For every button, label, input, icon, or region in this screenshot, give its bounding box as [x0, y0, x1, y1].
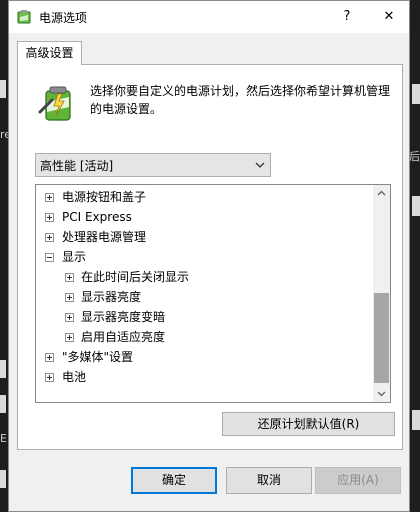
tree-item-label: 启用自适应亮度 [81, 330, 166, 344]
tree-item-label: 显示器亮度 [81, 290, 142, 304]
power-options-dialog: 电源选项 ? ✕ 高级设置 选择你要自定义的电源计划，然后选择你希望计算机管理 … [8, 0, 410, 512]
scroll-up-icon[interactable] [373, 185, 390, 202]
tree-item-label: 电源按钮和盖子 [62, 190, 147, 204]
tree-item-dimmed-brightness[interactable]: 显示器亮度变暗 [36, 307, 366, 327]
expand-icon[interactable] [65, 333, 74, 342]
description-line: 的电源设置。 [90, 102, 163, 116]
tree-item-processor-power[interactable]: 处理器电源管理 [36, 227, 366, 247]
expand-icon[interactable] [45, 213, 54, 222]
tree-item-display[interactable]: 显示 [36, 247, 366, 267]
scrollbar-thumb[interactable] [374, 293, 389, 383]
background-mark [0, 360, 6, 378]
chevron-down-icon [255, 162, 265, 168]
tree-item-adaptive-brightness[interactable]: 启用自适应亮度 [36, 327, 366, 347]
close-button[interactable]: ✕ [379, 7, 399, 27]
tree-item-battery[interactable]: 电池 [36, 367, 366, 387]
settings-tree[interactable]: 电源按钮和盖子 PCI Express 处理器电源管理 显示 在此时间后关闭显示… [35, 184, 391, 403]
expand-icon[interactable] [45, 233, 54, 242]
battery-icon [38, 86, 71, 121]
tree-item-power-buttons[interactable]: 电源按钮和盖子 [36, 187, 366, 207]
background-mark [412, 410, 420, 430]
power-options-icon [17, 10, 31, 24]
tree-scrollbar[interactable] [373, 185, 390, 402]
tree-item-turn-off-display[interactable]: 在此时间后关闭显示 [36, 267, 366, 287]
power-plan-value: 高性能 [活动] [40, 159, 114, 173]
background-text: 后 [409, 150, 420, 163]
background-mark [0, 395, 6, 413]
description-line: 选择你要自定义的电源计划，然后选择你希望计算机管理 [90, 84, 391, 98]
title-bar[interactable]: 电源选项 ? ✕ [9, 1, 409, 33]
window-title: 电源选项 [39, 11, 88, 25]
background-mark [412, 196, 420, 216]
background-mark [412, 84, 420, 104]
help-button[interactable]: ? [337, 7, 357, 27]
expand-icon[interactable] [65, 273, 74, 282]
expand-icon[interactable] [65, 293, 74, 302]
collapse-icon[interactable] [45, 253, 54, 262]
tree-item-label: 显示器亮度变暗 [81, 310, 166, 324]
tree-item-label: 电池 [62, 370, 87, 384]
tree-item-label: "多媒体"设置 [62, 350, 134, 364]
tree-item-pci-express[interactable]: PCI Express [36, 207, 366, 227]
power-plan-dropdown[interactable]: 高性能 [活动] [35, 153, 271, 177]
cancel-button[interactable]: 取消 [226, 467, 312, 494]
tree-item-multimedia[interactable]: "多媒体"设置 [36, 347, 366, 367]
expand-icon[interactable] [45, 373, 54, 382]
background-mark [0, 80, 6, 98]
advanced-settings-panel: 选择你要自定义的电源计划，然后选择你希望计算机管理 的电源设置。 高性能 [活动… [17, 64, 403, 450]
expand-icon[interactable] [45, 193, 54, 202]
tree-item-display-brightness[interactable]: 显示器亮度 [36, 287, 366, 307]
background-right [410, 0, 420, 512]
ok-button[interactable]: 确定 [131, 467, 217, 494]
background-mark [0, 470, 6, 488]
expand-icon[interactable] [65, 313, 74, 322]
tab-advanced-settings[interactable]: 高级设置 [17, 41, 82, 65]
description-text: 选择你要自定义的电源计划，然后选择你希望计算机管理 的电源设置。 [90, 82, 390, 118]
tree-item-label: 处理器电源管理 [62, 230, 147, 244]
background-text: E [0, 432, 7, 445]
scroll-down-icon[interactable] [373, 385, 390, 402]
expand-icon[interactable] [45, 353, 54, 362]
tree-item-label: 显示 [62, 250, 87, 264]
tree-item-label: 在此时间后关闭显示 [81, 270, 190, 284]
restore-defaults-button[interactable]: 还原计划默认值(R) [222, 412, 395, 436]
tree-item-label: PCI Express [62, 210, 132, 224]
apply-button[interactable]: 应用(A) [315, 467, 401, 494]
